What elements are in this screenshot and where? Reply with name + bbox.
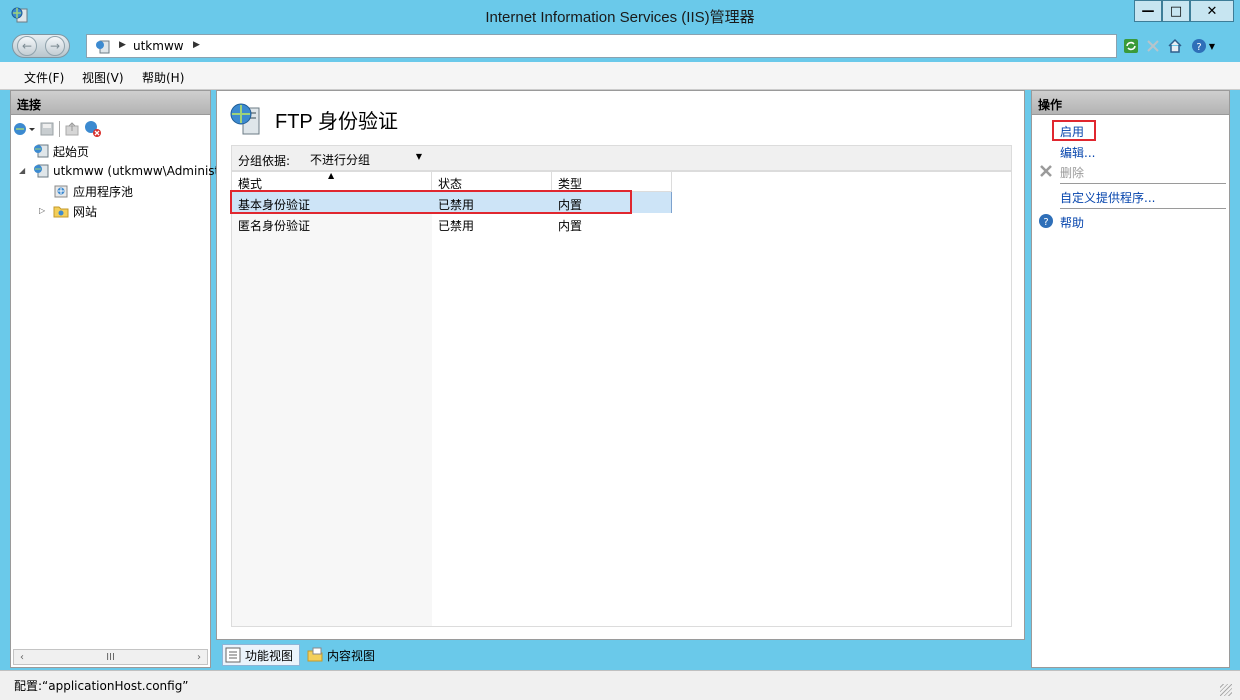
tree-item-start-page[interactable]: 起始页 (33, 141, 89, 161)
svg-text:?: ? (1196, 42, 1201, 53)
column-header-type[interactable]: 类型 (552, 172, 672, 192)
tree-item-sites[interactable]: ▷ 网站 (39, 201, 97, 221)
group-by-bar: 分组依据: 不进行分组 ▼ (231, 145, 1012, 171)
cell-status: 已禁用 (438, 219, 475, 233)
window-controls: — □ ✕ (1134, 0, 1234, 22)
minimize-button[interactable]: — (1134, 0, 1162, 22)
tree-item-label: 起始页 (53, 144, 90, 159)
collapse-icon[interactable]: ◢ (19, 166, 25, 175)
sort-ascending-icon: ▲ (328, 171, 335, 180)
connections-toolbar (13, 119, 102, 139)
feature-panel: FTP 身份验证 分组依据: 不进行分组 ▼ 模式 ▲ 状态 类型 基本身份验证… (216, 90, 1025, 640)
grid-header: 模式 ▲ 状态 类型 (232, 171, 672, 192)
menu-view[interactable]: 视图(V) (82, 69, 124, 86)
cell-mode: 匿名身份验证 (238, 219, 311, 233)
up-level-icon[interactable] (64, 121, 80, 137)
breadcrumb-arrow-icon[interactable]: ▶ (119, 40, 126, 50)
tree-item-app-pools[interactable]: 应用程序池 (53, 181, 133, 201)
help-dropdown-icon[interactable]: ? ▼ (1188, 37, 1218, 55)
back-button[interactable]: ← (17, 36, 37, 56)
connections-panel: 连接 起始页 ◢ utkmww (utkmww\Administ 应用程序池 ▷… (10, 90, 219, 668)
menu-bar: 文件(F) 视图(V) 帮助(H) (0, 62, 1240, 90)
forward-button[interactable]: → (45, 36, 65, 56)
highlight-annotation (1052, 120, 1096, 141)
address-toolbar: ? ▼ (1122, 36, 1218, 56)
actions-panel: 操作 启用 编辑... 删除 自定义提供程序... ? 帮助 (1031, 90, 1230, 668)
delete-icon (1040, 165, 1052, 177)
custom-provider-link[interactable]: 自定义提供程序... (1060, 189, 1155, 206)
navigation-buttons: ← → (12, 34, 70, 58)
tab-content-view[interactable]: 内容视图 (304, 644, 382, 666)
content-view-icon (307, 647, 323, 662)
start-page-icon (34, 144, 49, 158)
cell-type: 内置 (558, 219, 583, 233)
maximize-button[interactable]: □ (1162, 0, 1190, 22)
ftp-auth-icon (230, 103, 260, 135)
app-pool-icon (54, 185, 68, 198)
close-button[interactable]: ✕ (1190, 0, 1234, 22)
view-tabs: 功能视图 内容视图 (222, 644, 382, 666)
breadcrumb-arrow-icon[interactable]: ▶ (193, 40, 200, 50)
status-text: 配置:“applicationHost.config” (14, 679, 189, 693)
scroll-right-icon[interactable]: › (191, 652, 207, 663)
svg-text:?: ? (1043, 217, 1048, 228)
column-header-mode[interactable]: 模式 ▲ (232, 171, 432, 192)
server-icon (96, 40, 110, 54)
tree-item-label: 应用程序池 (73, 184, 134, 199)
column-header-status[interactable]: 状态 (432, 172, 552, 192)
page-title: FTP 身份验证 (275, 110, 398, 133)
title-bar: Internet Information Services (IIS)管理器 —… (0, 0, 1240, 30)
table-row[interactable]: 匿名身份验证 已禁用 内置 (232, 213, 672, 234)
menu-file[interactable]: 文件(F) (24, 69, 64, 86)
breadcrumb-server[interactable]: utkmww (133, 39, 184, 53)
horizontal-scrollbar[interactable]: ‹ III › (13, 649, 208, 665)
window-title: Internet Information Services (IIS)管理器 (485, 9, 755, 26)
tab-feature-view[interactable]: 功能视图 (222, 644, 301, 666)
highlight-annotation (230, 190, 632, 214)
save-icon[interactable] (39, 121, 55, 137)
address-bar[interactable]: ▶ utkmww ▶ (86, 34, 1117, 58)
feature-header: FTP 身份验证 (229, 101, 398, 137)
resize-grip-icon[interactable] (1220, 684, 1232, 696)
address-row: ← → ▶ utkmww ▶ ? ▼ (0, 30, 1240, 62)
expand-icon[interactable]: ▷ (39, 206, 45, 215)
help-link[interactable]: 帮助 (1060, 214, 1084, 231)
home-icon[interactable] (1166, 37, 1184, 55)
connections-header: 连接 (11, 91, 210, 115)
refresh-icon[interactable] (1122, 37, 1140, 55)
actions-header: 操作 (1032, 91, 1229, 115)
tree-item-server[interactable]: ◢ utkmww (utkmww\Administ (19, 161, 219, 181)
disconnect-icon[interactable] (84, 120, 102, 138)
edit-link[interactable]: 编辑... (1060, 144, 1095, 161)
scroll-left-icon[interactable]: ‹ (14, 652, 30, 663)
group-by-select[interactable]: 不进行分组 ▼ (310, 151, 424, 167)
scroll-thumb[interactable]: III (103, 652, 119, 663)
sites-folder-icon (53, 206, 69, 218)
stop-icon[interactable] (1144, 37, 1162, 55)
server-icon (34, 164, 49, 178)
feature-view-icon (225, 647, 241, 663)
group-by-value: 不进行分组 (310, 153, 371, 167)
auth-grid: 模式 ▲ 状态 类型 基本身份验证 已禁用 内置 匿名身份验证 已禁用 内置 (230, 171, 1012, 627)
menu-help[interactable]: 帮助(H) (142, 69, 184, 86)
chevron-down-icon: ▼ (415, 152, 422, 161)
status-bar: 配置:“applicationHost.config” (0, 670, 1240, 700)
tree-item-label: 网站 (73, 204, 98, 219)
delete-link[interactable]: 删除 (1060, 164, 1084, 181)
tree-item-label: utkmww (utkmww\Administ (53, 164, 220, 178)
help-icon: ? (1039, 214, 1053, 228)
group-by-label: 分组依据: (238, 154, 291, 168)
connect-icon[interactable] (13, 121, 35, 137)
